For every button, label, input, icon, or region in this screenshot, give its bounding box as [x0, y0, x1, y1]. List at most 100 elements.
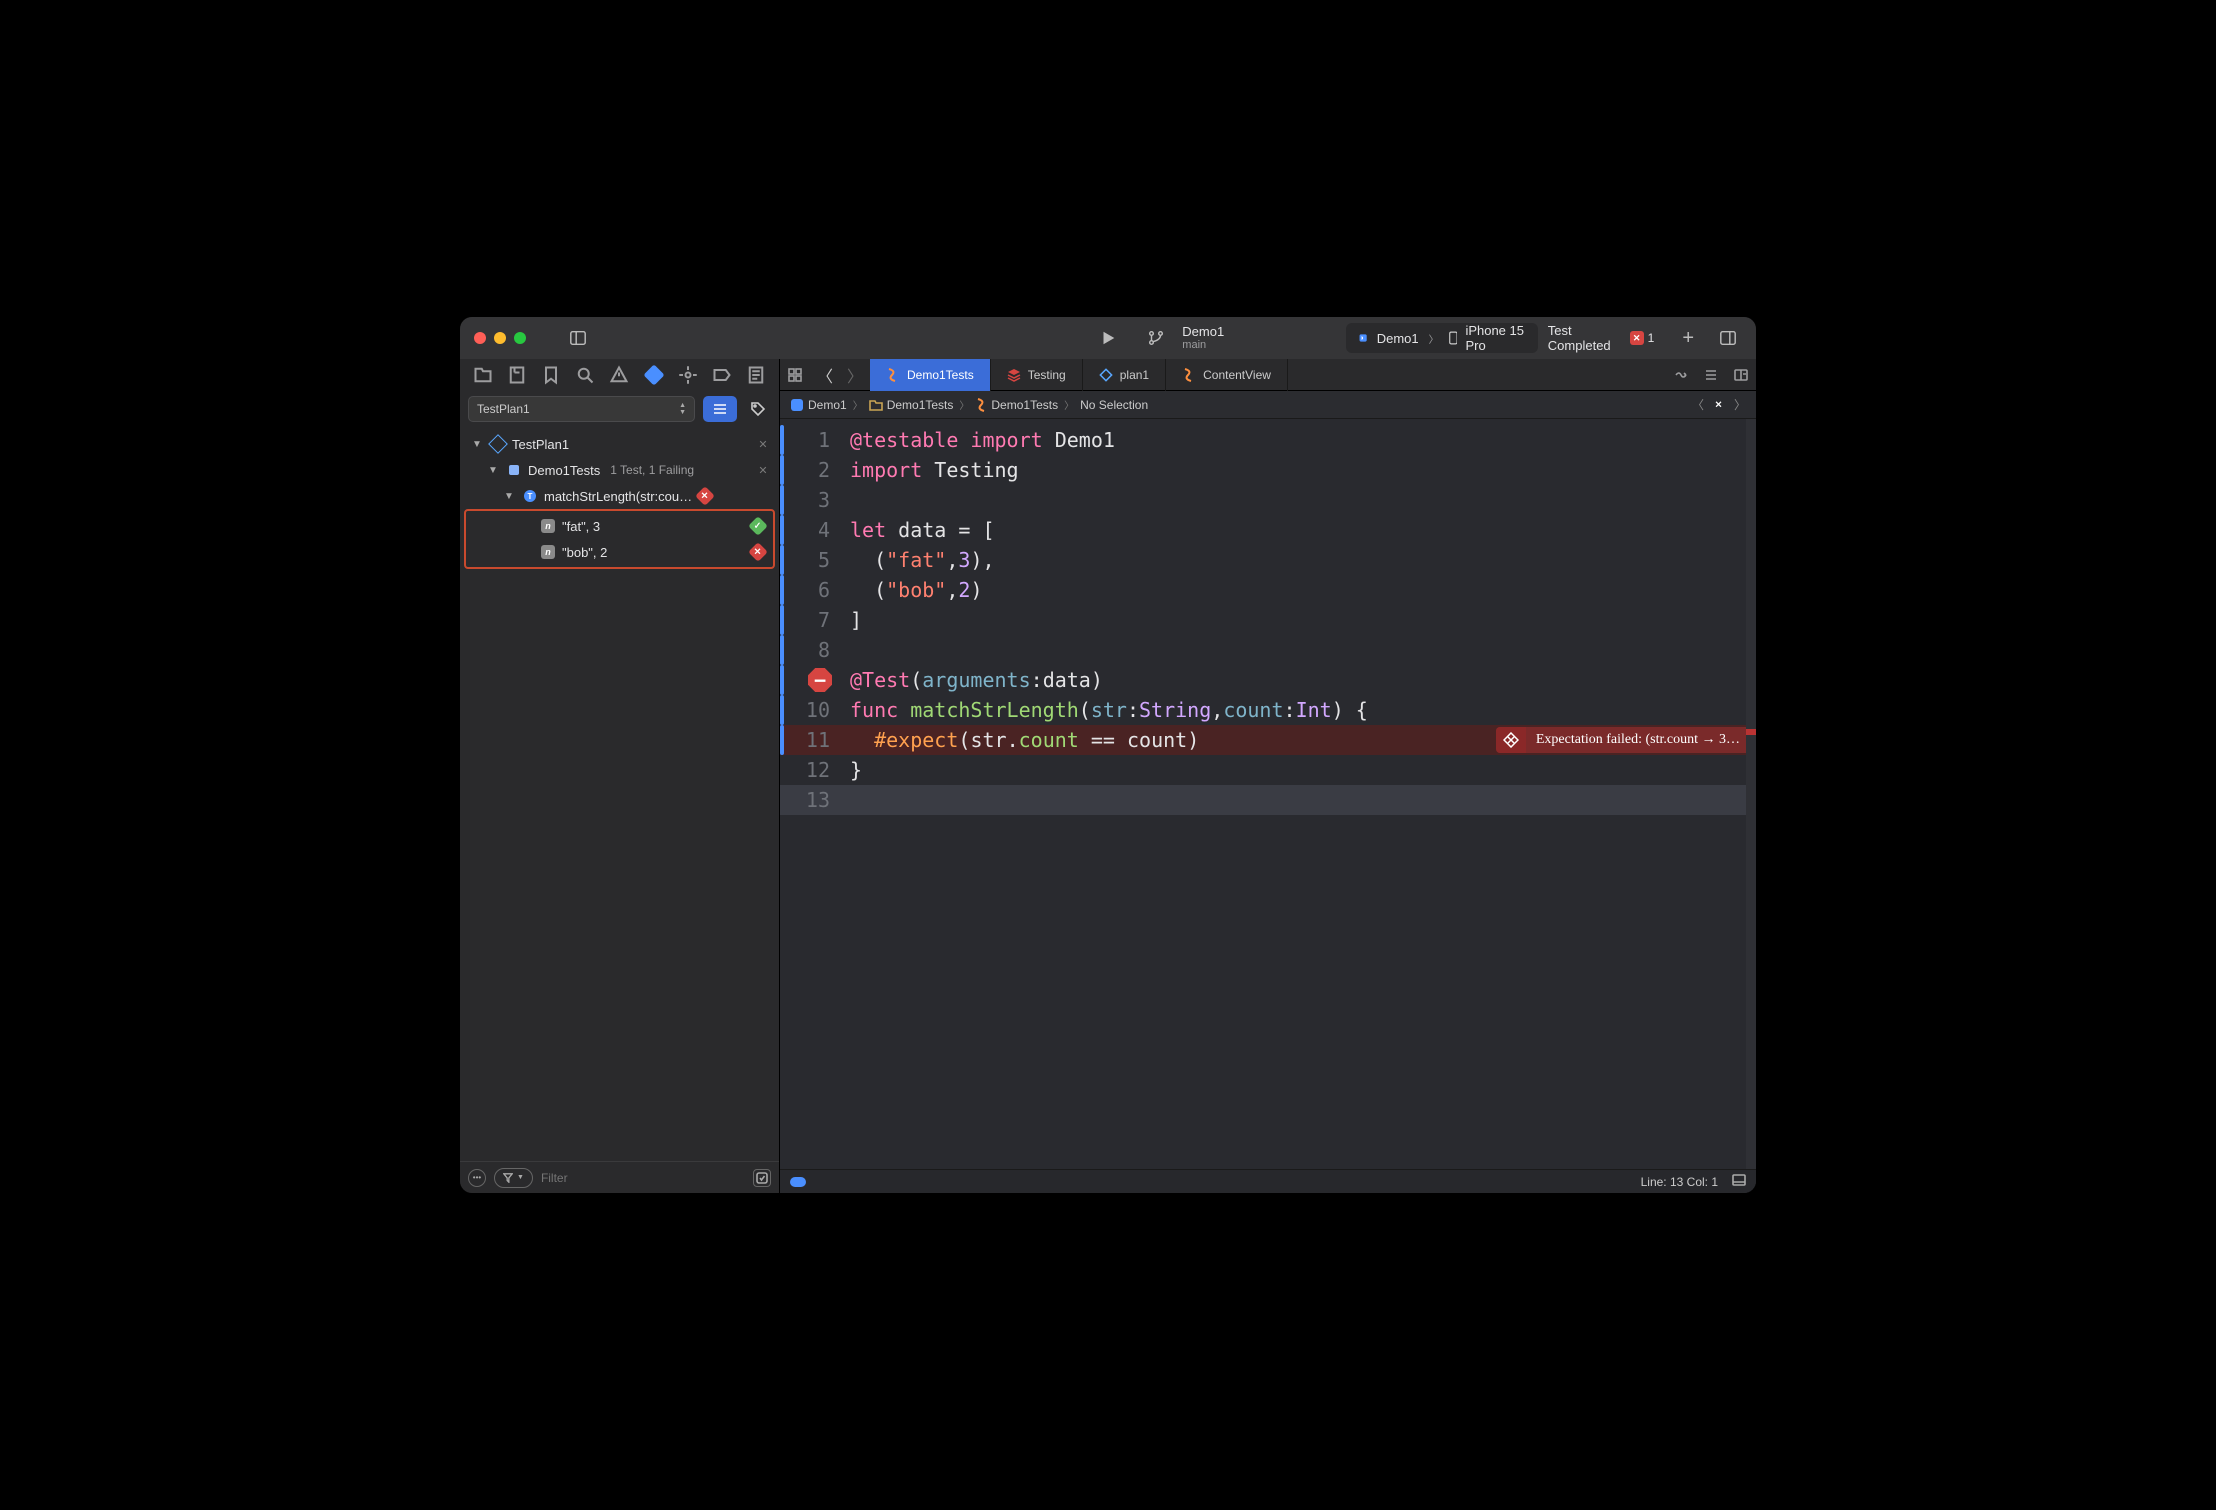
breakpoint-nav-icon[interactable] — [712, 365, 732, 385]
titlebar: Demo1 main Demo1 〉 iPhone 15 Pro Test Co… — [460, 317, 1756, 359]
toggle-left-panel-icon[interactable] — [564, 324, 592, 352]
jumpbar-fail-icon[interactable]: ✕ — [1709, 395, 1729, 415]
remove-plan-button[interactable]: ✕ — [755, 436, 771, 452]
minimap-toggle-button[interactable] — [1732, 1174, 1746, 1189]
run-button[interactable] — [1094, 324, 1122, 352]
test-suite-row[interactable]: ▼ Demo1Tests 1 Test, 1 Failing ✕ — [460, 457, 779, 483]
source-nav-icon[interactable] — [507, 365, 527, 385]
jump-forward-button[interactable]: 〉 — [1734, 396, 1746, 413]
test-nav-icon[interactable] — [644, 365, 664, 385]
suite-label: Demo1Tests — [528, 463, 600, 478]
scheme-target: Demo1 — [1377, 331, 1419, 346]
debug-pill[interactable] — [790, 1177, 806, 1187]
scheme-device: iPhone 15 Pro — [1465, 323, 1525, 353]
test-plan-dropdown[interactable]: TestPlan1 ▲▼ — [468, 396, 695, 422]
jump-file: Demo1Tests — [991, 398, 1058, 412]
suite-meta: 1 Test, 1 Failing — [610, 463, 694, 477]
filter-scope-button[interactable]: ▼ — [494, 1168, 533, 1188]
bookmark-nav-icon[interactable] — [541, 365, 561, 385]
test-plan-toolbar: TestPlan1 ▲▼ — [460, 391, 779, 427]
code-line[interactable]: 8 — [780, 635, 1756, 665]
failure-count[interactable]: ✕ 1 — [1630, 331, 1655, 345]
tab-testing[interactable]: Testing — [991, 359, 1083, 391]
dropdown-arrows-icon: ▲▼ — [679, 402, 686, 416]
recent-files-button[interactable] — [1666, 359, 1696, 391]
tab-plan1[interactable]: plan1 — [1083, 359, 1166, 391]
tag-filter-button[interactable] — [745, 396, 771, 422]
navigator-selector — [460, 359, 779, 391]
code-line[interactable]: −9@Test(arguments:data) — [780, 665, 1756, 695]
code-line[interactable]: 13 — [780, 785, 1756, 815]
tab-label: plan1 — [1120, 368, 1149, 382]
test-case-row[interactable]: n "fat", 3 ✓ — [466, 513, 773, 539]
tab-label: ContentView — [1203, 368, 1271, 382]
branch-name: main — [1182, 339, 1224, 351]
navigator-sidebar: TestPlan1 ▲▼ ▼ TestPlan1 ✕ — [460, 359, 780, 1193]
editor-area: 〈 〉 Demo1Tests Testing plan1 ContentView De… — [780, 359, 1756, 1193]
code-line[interactable]: 6 ("bob",2) — [780, 575, 1756, 605]
add-editor-button[interactable] — [1726, 359, 1756, 391]
chevron-down-icon: ▼ — [504, 491, 516, 502]
view-mode-segments — [703, 396, 737, 422]
code-line[interactable]: 3 — [780, 485, 1756, 515]
editor-options-button[interactable] — [1696, 359, 1726, 391]
test-label: matchStrLength(str:cou… — [544, 489, 692, 504]
issue-nav-icon[interactable] — [609, 365, 629, 385]
code-editor[interactable]: 1@testable import Demo12import Testing34… — [780, 419, 1756, 1169]
code-line[interactable]: 4let data = [ — [780, 515, 1756, 545]
chevron-right-icon: 〉 — [959, 397, 969, 412]
code-line[interactable]: 11 #expect(str.count == count)Expectatio… — [780, 725, 1756, 755]
test-plan-row[interactable]: ▼ TestPlan1 ✕ — [460, 431, 779, 457]
nav-forward-button[interactable]: 〉 — [840, 359, 870, 391]
test-tree: ▼ TestPlan1 ✕ ▼ Demo1Tests 1 Test, 1 Fai… — [460, 427, 779, 1161]
nav-back-button[interactable]: 〈 — [810, 359, 840, 391]
project-branch[interactable]: Demo1 main — [1182, 325, 1224, 351]
xcode-window: Demo1 main Demo1 〉 iPhone 15 Pro Test Co… — [460, 317, 1756, 1193]
zoom-window-button[interactable] — [514, 332, 526, 344]
inline-error[interactable]: Expectation failed: (str.count → 3… — [1496, 727, 1750, 753]
status-bar: Line: 13 Col: 1 — [780, 1169, 1756, 1193]
hierarchy-view-button[interactable] — [703, 396, 737, 422]
error-marker[interactable] — [1746, 729, 1756, 735]
related-items-button[interactable] — [780, 359, 810, 391]
code-line[interactable]: 10func matchStrLength(str:String,count:I… — [780, 695, 1756, 725]
test-icon: T — [522, 488, 538, 504]
tab-bar: 〈 〉 Demo1Tests Testing plan1 ContentView — [780, 359, 1756, 391]
tab-label: Testing — [1028, 368, 1066, 382]
code-line[interactable]: 1@testable import Demo1 — [780, 425, 1756, 455]
traffic-lights — [474, 332, 526, 344]
scheme-selector[interactable]: Demo1 〉 iPhone 15 Pro — [1346, 323, 1537, 353]
find-nav-icon[interactable] — [575, 365, 595, 385]
code-line[interactable]: 2import Testing — [780, 455, 1756, 485]
test-case-row[interactable]: n "bob", 2 ✕ — [466, 539, 773, 565]
fail-icon: ✕ — [1630, 331, 1644, 345]
filter-input[interactable] — [541, 1171, 745, 1185]
minimize-window-button[interactable] — [494, 332, 506, 344]
filter-failed-toggle[interactable] — [753, 1169, 771, 1187]
test-status-pass-icon: ✓ — [748, 516, 768, 536]
filter-options-button[interactable]: ••• — [468, 1169, 486, 1187]
tab-demo1tests[interactable]: Demo1Tests — [870, 359, 991, 391]
plan-icon — [488, 434, 508, 454]
code-line[interactable]: 5 ("fat",3), — [780, 545, 1756, 575]
code-line[interactable]: 7] — [780, 605, 1756, 635]
test-row[interactable]: ▼ T matchStrLength(str:cou… ✕ — [460, 483, 779, 509]
overview-ruler[interactable] — [1746, 419, 1756, 1169]
code-line[interactable]: 12} — [780, 755, 1756, 785]
build-status: Test Completed — [1548, 323, 1620, 353]
add-tab-button[interactable]: + — [1674, 327, 1702, 350]
test-status-fail-icon: ✕ — [748, 542, 768, 562]
branch-icon[interactable] — [1144, 324, 1168, 352]
tab-contentview[interactable]: ContentView — [1166, 359, 1288, 391]
suite-icon — [506, 462, 522, 478]
debug-nav-icon[interactable] — [678, 365, 698, 385]
jump-back-button[interactable]: 〈 — [1692, 396, 1704, 413]
toggle-right-panel-icon[interactable] — [1714, 324, 1742, 352]
project-name: Demo1 — [1182, 325, 1224, 339]
jump-bar[interactable]: Demo1 〉 Demo1Tests 〉 Demo1Tests 〉 No Sel… — [780, 391, 1756, 419]
close-window-button[interactable] — [474, 332, 486, 344]
remove-suite-button[interactable]: ✕ — [755, 462, 771, 478]
project-nav-icon[interactable] — [473, 365, 493, 385]
jump-project: Demo1 — [808, 398, 847, 412]
report-nav-icon[interactable] — [746, 365, 766, 385]
